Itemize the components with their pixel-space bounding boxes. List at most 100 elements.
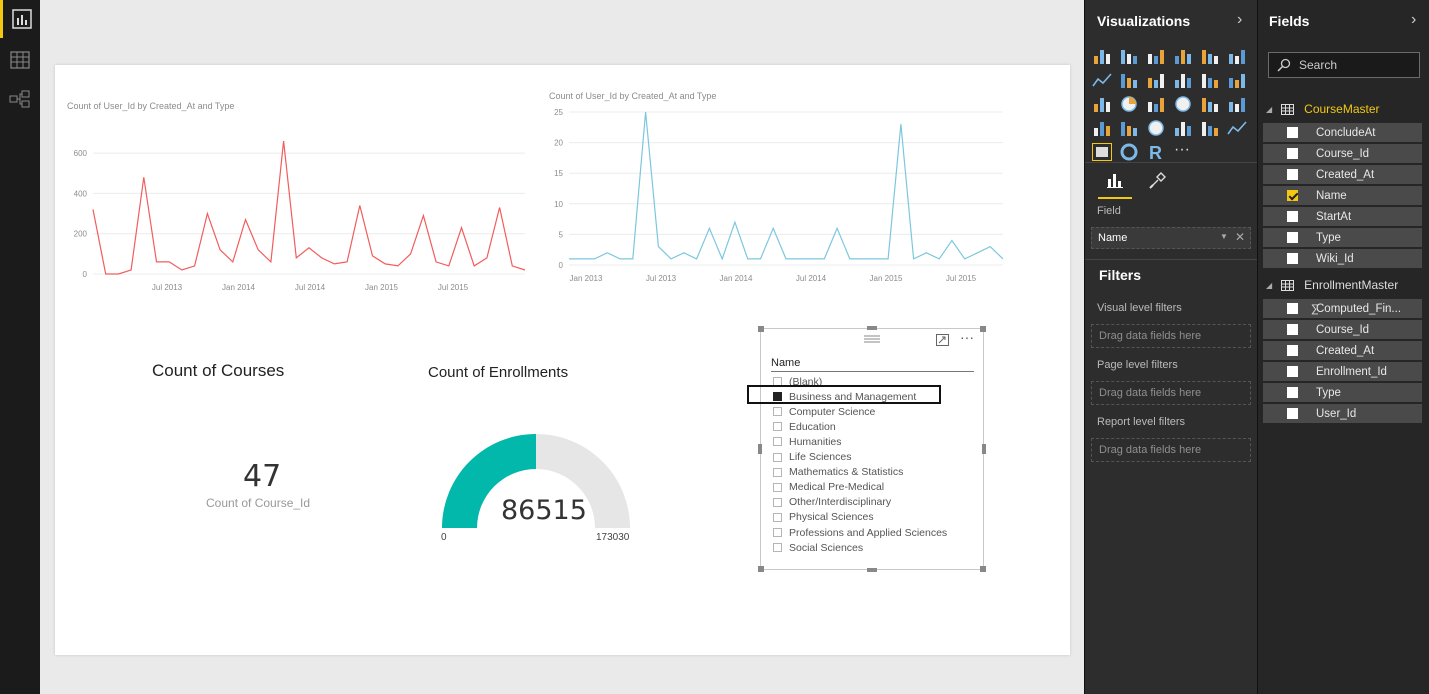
more-visuals-icon[interactable]: ··· [1173,143,1193,161]
checkbox[interactable] [773,543,782,553]
checkbox[interactable] [1287,232,1298,243]
checkbox[interactable] [773,422,782,432]
field-well-value[interactable]: Name ▼ ✕ [1091,227,1251,249]
waterfall-icon[interactable] [1092,119,1112,137]
visual-filters-dropzone[interactable]: Drag data fields here [1091,324,1251,348]
checkbox[interactable] [1287,148,1298,159]
checkbox[interactable] [1287,345,1298,356]
checkbox[interactable] [1287,303,1298,314]
collapse-chevron-icon[interactable]: › [1411,11,1416,29]
clustered-column-icon[interactable] [1173,47,1193,65]
remove-field-icon[interactable]: ✕ [1235,230,1245,244]
field-item[interactable]: Type [1263,228,1422,247]
resize-handle[interactable] [980,566,986,572]
table-node[interactable]: ◢ CourseMaster [1266,99,1380,119]
area-chart-icon[interactable] [1119,71,1139,89]
ribbon-chart-icon[interactable] [1227,71,1247,89]
line-column-icon[interactable] [1173,71,1193,89]
gauge-icon[interactable] [1146,119,1166,137]
funnel-icon[interactable] [1119,119,1139,137]
report-view-icon[interactable] [0,0,40,38]
card-icon[interactable] [1200,119,1220,137]
slicer-item[interactable]: Professions and Applied Sciences [773,525,947,540]
field-item[interactable]: Created_At [1263,165,1422,184]
stacked-bar-icon[interactable] [1092,47,1112,65]
r-visual-icon[interactable]: R [1146,143,1166,161]
treemap-icon[interactable] [1146,95,1166,113]
100-column-icon[interactable] [1227,47,1247,65]
checkbox[interactable] [773,528,782,537]
slicer-item[interactable]: Computer Science [773,404,875,419]
checkbox[interactable] [1287,253,1298,264]
stacked-column-icon[interactable] [1119,47,1139,65]
checkbox[interactable] [773,407,782,417]
field-item[interactable]: User_Id [1263,404,1422,423]
slicer-item[interactable]: Social Sciences [773,540,863,555]
table-node[interactable]: ◢ EnrollmentMaster [1266,275,1398,295]
resize-handle[interactable] [758,444,762,454]
more-options-icon[interactable]: ··· [960,329,974,345]
stacked-area-icon[interactable] [1146,71,1166,89]
table-icon[interactable] [1200,95,1220,113]
format-paint-roller-icon[interactable] [1140,163,1174,199]
checkbox[interactable] [773,452,782,462]
checkbox[interactable] [1287,211,1298,222]
checkbox[interactable] [1287,387,1298,398]
field-item[interactable]: ConcludeAt [1263,123,1422,142]
donut-icon[interactable] [1119,143,1139,161]
checkbox[interactable] [1287,324,1298,335]
checkbox[interactable] [773,512,782,522]
line-clustered-column-icon[interactable] [1200,71,1220,89]
resize-handle[interactable] [982,444,986,454]
kpi-icon[interactable] [1227,119,1247,137]
resize-handle[interactable] [867,568,877,572]
field-item[interactable]: Name [1263,186,1422,205]
checkbox[interactable] [1287,190,1298,201]
scatter-chart-icon[interactable] [1092,95,1112,113]
focus-mode-icon[interactable] [936,334,949,346]
checkbox[interactable] [1287,408,1298,419]
collapse-chevron-icon[interactable]: › [1237,11,1242,29]
field-item[interactable]: ∑ Computed_Fin... [1263,299,1422,318]
multi-row-card-icon[interactable] [1173,119,1193,137]
drag-handle-icon[interactable] [864,335,880,343]
100-bar-icon[interactable] [1200,47,1220,65]
clustered-bar-icon[interactable] [1146,47,1166,65]
checkbox[interactable] [773,467,782,477]
slicer-item[interactable]: Mathematics & Statistics [773,465,903,480]
slicer-item[interactable]: Humanities [773,434,842,449]
checkbox[interactable] [1287,366,1298,377]
relationships-view-icon[interactable] [0,80,40,118]
pie-chart-icon[interactable] [1119,95,1139,113]
checkbox[interactable] [1287,127,1298,138]
red-line-chart[interactable]: 600 400 200 0 Jul 2013 Jan 2014 Jul 2014 Jan 20… [55,125,535,300]
page-filters-dropzone[interactable]: Drag data fields here [1091,381,1251,405]
checkbox[interactable] [773,437,782,447]
slicer-item[interactable]: Physical Sciences [773,510,874,525]
line-chart-icon[interactable] [1092,71,1112,89]
chevron-down-icon[interactable]: ▼ [1220,232,1228,241]
slicer-icon[interactable] [1092,143,1112,161]
slicer-item[interactable]: Other/Interdisciplinary [773,495,891,510]
map-icon[interactable] [1173,95,1193,113]
search-input[interactable]: Search [1268,52,1420,78]
name-slicer[interactable]: ··· Name (Blank) Business and Management C… [747,326,986,572]
slicer-item[interactable]: Education [773,419,836,434]
checkbox[interactable] [773,497,782,507]
field-item[interactable]: StartAt [1263,207,1422,226]
expand-arrow-icon[interactable]: ◢ [1266,281,1272,290]
report-filters-dropzone[interactable]: Drag data fields here [1091,438,1251,462]
resize-handle[interactable] [980,326,986,332]
field-item[interactable]: Course_Id [1263,320,1422,339]
field-item[interactable]: Enrollment_Id [1263,362,1422,381]
resize-handle[interactable] [758,326,764,332]
blue-line-chart[interactable]: 25 20 15 10 5 0 Jan 2013 Jul 2013 Jan 2014 Jul 20… [525,105,1015,290]
slicer-item[interactable]: Life Sciences [773,450,851,465]
field-item[interactable]: Course_Id [1263,144,1422,163]
resize-handle[interactable] [867,326,877,330]
field-item[interactable]: Wiki_Id [1263,249,1422,268]
expand-arrow-icon[interactable]: ◢ [1266,105,1272,114]
checkbox[interactable] [1287,169,1298,180]
checkbox[interactable] [773,482,782,492]
field-item[interactable]: Type [1263,383,1422,402]
